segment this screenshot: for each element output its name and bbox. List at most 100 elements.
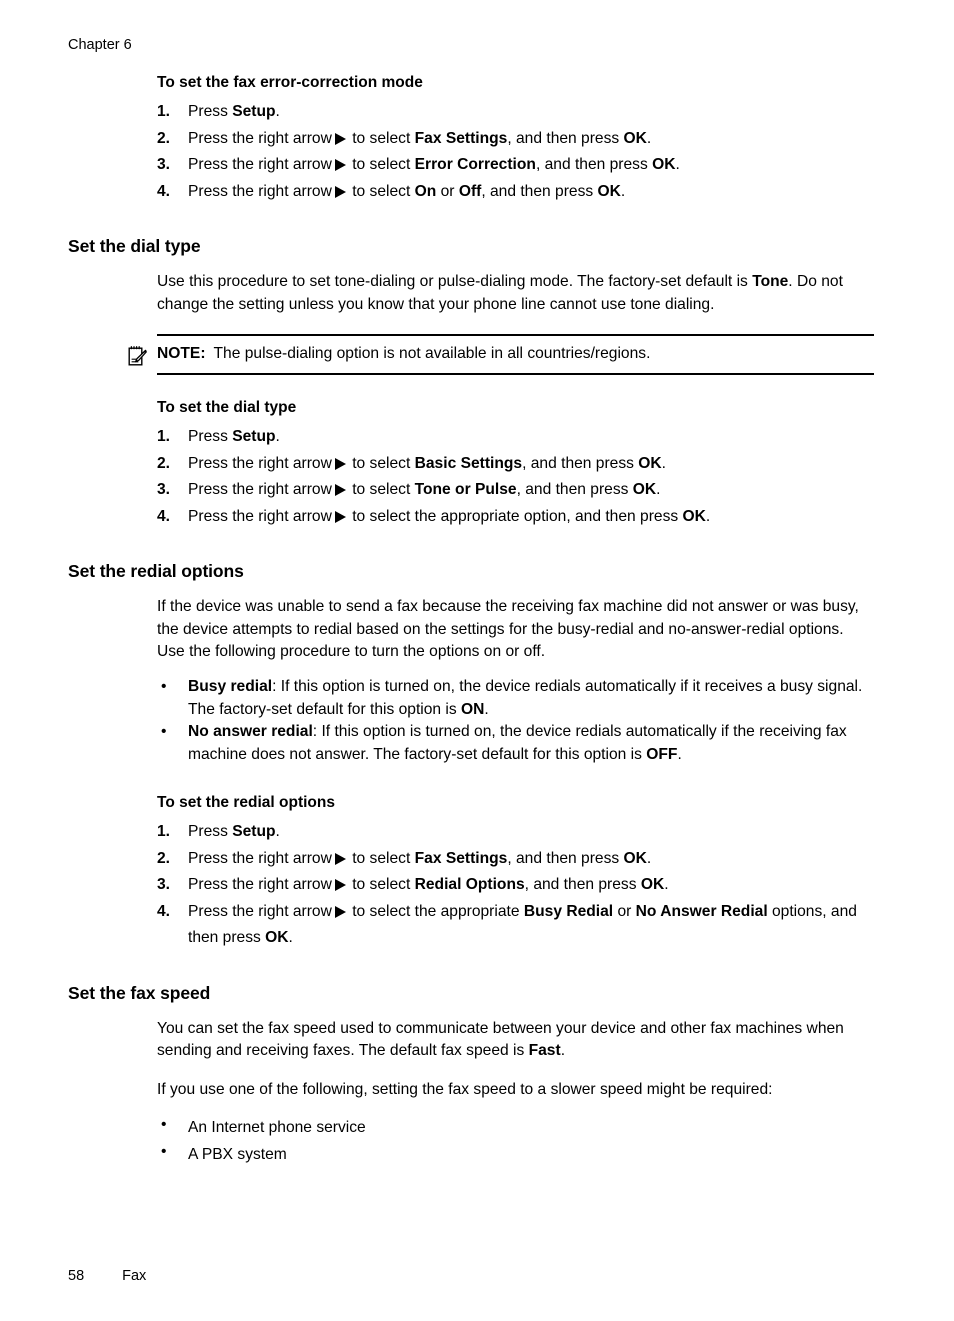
step-item: 3. Press the right arrow to select Tone … (157, 477, 874, 504)
step-text: Press Setup. (188, 823, 280, 840)
step-text-pre: Press (188, 823, 233, 841)
list-item: • No answer redial: If this option is tu… (157, 721, 874, 766)
step-text-bold: OK (652, 156, 676, 173)
step-number: 2. (157, 849, 171, 867)
step-text-post2: or (436, 182, 459, 200)
step-number: 3. (157, 876, 171, 894)
step-number: 4. (157, 902, 171, 920)
note-bottom-rule (157, 373, 874, 376)
step-item: 4. Press the right arrow to select the a… (157, 504, 874, 531)
document-page: Chapter 6 To set the fax error-correctio… (0, 0, 954, 1321)
footer-chapter-label: Fax (122, 1268, 147, 1284)
body-paragraph: If the device was unable to send a fax b… (157, 598, 859, 661)
step-text-bold: OK (640, 876, 665, 894)
step-number: 4. (157, 182, 171, 200)
page-footer: 58 Fax (68, 1267, 146, 1285)
step-text-post3: . (675, 156, 680, 173)
step-item: 2. Press the right arrow to select Basic… (157, 451, 874, 478)
step-text-bold: Off (458, 182, 482, 200)
step-number: 1. (157, 103, 171, 120)
step-text-bold: No Answer Redial (635, 902, 768, 920)
list-item-bold: ON (461, 700, 485, 718)
right-arrow-icon (334, 159, 346, 171)
right-arrow-icon (334, 185, 346, 198)
step-text-pre: Press the right arrow (188, 156, 332, 173)
list-item-body: : If this option is turned on, the devic… (188, 677, 863, 718)
step-text-post1: to select (347, 182, 415, 200)
bullet-icon: • (161, 1115, 167, 1133)
step-text-pre: Press the right arrow (188, 182, 332, 200)
bullet-icon: • (161, 1142, 167, 1160)
step-text-post2: , and then press (507, 129, 624, 147)
step-text: Press the right arrow to select Basic Se… (188, 455, 666, 472)
step-text-post2: , and then press (522, 454, 639, 472)
list-item-text: Busy redial: If this option is turned on… (188, 678, 862, 718)
step-text-post4: . (620, 182, 626, 200)
step-number: 3. (157, 481, 171, 499)
step-number: 1. (157, 823, 171, 841)
step-text-bold: OK (638, 454, 662, 472)
step-text-bold: Busy Redial (523, 902, 614, 920)
procedure-error-correction: To set the fax error-correction mode 1. … (0, 72, 954, 205)
section-heading: Set the fax speed (68, 982, 211, 1003)
body-paragraph: If you use one of the following, setting… (157, 1081, 773, 1099)
procedure-dial-type: To set the dial type 1. Press Setup. 2. … (0, 397, 954, 530)
note-text: The pulse-dialing option is not availabl… (213, 345, 651, 363)
step-text-post2: . (705, 507, 711, 525)
note-body: NOTE: The pulse-dialing option is not ava… (128, 336, 874, 373)
step-text-post3: . (664, 876, 669, 894)
steps-list: 1. Press Setup. 2. Press the right arrow… (157, 99, 874, 205)
step-item: 2. Press the right arrow to select Fax S… (157, 126, 874, 153)
step-item: 2. Press the right arrow to select Fax S… (157, 846, 874, 873)
step-text-post3: . (661, 454, 666, 472)
step-text-bold: On (414, 182, 437, 200)
right-arrow-icon (334, 879, 346, 892)
step-text-pre: Press the right arrow (188, 876, 332, 894)
right-arrow-icon (334, 132, 346, 145)
step-text: Press the right arrow to select Fax Sett… (188, 130, 651, 147)
steps-list: 1. Press Setup. 2. Press the right arrow… (157, 819, 874, 952)
step-text: Press the right arrow to select Tone or … (188, 481, 660, 498)
step-text-post3: . (646, 849, 652, 867)
right-arrow-icon (334, 852, 346, 865)
step-text-bold: Redial Options (414, 876, 525, 894)
step-text-bold: Fax Settings (414, 129, 508, 147)
bullet-icon: • (161, 723, 167, 741)
section-fax-speed: Set the fax speed (0, 982, 954, 1004)
step-text-bold: OK (597, 182, 621, 200)
step-text-post3: , and then press (481, 182, 598, 200)
step-item: 3. Press the right arrow to select Redia… (157, 872, 874, 899)
step-text-post3: . (646, 129, 652, 147)
body-paragraph: You can set the fax speed used to commun… (157, 1018, 874, 1063)
step-text-bold: OK (265, 929, 289, 947)
list-item-text: No answer redial: If this option is turn… (188, 723, 847, 763)
step-text: Press Setup. (188, 103, 280, 120)
step-text-post2: or (613, 902, 636, 920)
step-text: Press the right arrow to select On or Of… (188, 183, 625, 200)
paragraph-text-end: . (560, 1042, 566, 1060)
step-text: Press the right arrow to select Fax Sett… (188, 850, 651, 867)
step-number: 2. (157, 454, 171, 472)
section-redial-body: If the device was unable to send a fax b… (0, 596, 954, 952)
step-text-pre: Press the right arrow (188, 849, 332, 867)
step-text-post2: , and then press (524, 876, 641, 894)
step-text-post2: , and then press (535, 156, 653, 173)
step-item: 1. Press Setup. (157, 819, 874, 846)
note-label: NOTE: (157, 345, 206, 363)
step-text-post1: to select (347, 876, 415, 894)
step-number: 1. (157, 428, 171, 446)
step-text-pre: Press the right arrow (188, 454, 332, 472)
step-text-post1: to select the appropriate option, and th… (347, 507, 683, 525)
step-text-post2: , and then press (507, 849, 624, 867)
section-dial-type-body: Use this procedure to set tone-dialing o… (0, 271, 954, 316)
step-text-pre: Press the right arrow (188, 481, 332, 499)
step-text-pre: Press (188, 428, 233, 446)
section-dial-type: Set the dial type (0, 235, 954, 257)
section-heading: Set the dial type (68, 236, 201, 256)
bullet-list: • An Internet phone service • A PBX syst… (157, 1114, 874, 1168)
body-paragraph: Use this procedure to set tone-dialing o… (157, 271, 874, 316)
note-pad-pencil-icon (128, 345, 147, 366)
step-item: 4. Press the right arrow to select the a… (157, 899, 874, 952)
list-item-end: . (484, 700, 489, 718)
list-item: • A PBX system (157, 1141, 874, 1168)
